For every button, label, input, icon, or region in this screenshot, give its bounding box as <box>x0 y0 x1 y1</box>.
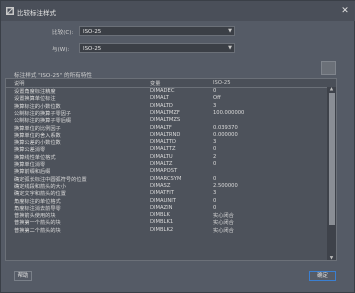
table-row[interactable]: 换算线性单位格式 DIMALTU 2 <box>6 153 328 161</box>
with-dropdown-value: ISO-25 <box>83 45 102 52</box>
with-dropdown[interactable]: ISO-25 ▼ <box>79 43 235 53</box>
table-row[interactable]: 公制标注的换算子零因子 DIMALTMZF 100.000000 <box>6 109 328 117</box>
row-value: 2.500000 <box>213 182 238 189</box>
table-row[interactable]: 确定文字和箭头的位置 DIMATFIT 3 <box>6 190 328 197</box>
row-value: 3 <box>213 139 217 146</box>
row-variable: DIMAPOST <box>150 168 178 175</box>
row-value: 0 <box>213 161 217 167</box>
table-row[interactable]: 设置换算单位标注 DIMALT Off <box>6 95 328 102</box>
table-row[interactable]: 设置角度标注精度 DIMADEC 0 <box>6 88 328 95</box>
row-variable: DIMBLK1 <box>150 219 174 226</box>
row-value: 实心闭合 <box>213 227 234 234</box>
close-button[interactable]: ✕ <box>338 4 352 18</box>
row-value: 0 <box>213 197 217 204</box>
row-variable: DIMALTF <box>150 124 172 131</box>
scroll-down-icon[interactable]: ▼ <box>327 256 336 260</box>
with-label: 与(W): <box>52 47 70 53</box>
row-value: 0.000000 <box>213 131 238 138</box>
table-row[interactable]: 普换第一个箭头的块 DIMBLK1 实心闭合 <box>6 219 328 226</box>
chevron-down-icon: ▼ <box>228 28 232 34</box>
table-row[interactable]: 角度标注消去前导零 DIMAZIN 0 <box>6 204 328 212</box>
row-value: 0 <box>213 204 217 211</box>
row-variable: DIMALTZ <box>150 161 173 167</box>
ok-button[interactable]: 确定 <box>309 271 336 281</box>
row-description: 普换第二个箭头的块 <box>14 227 61 234</box>
table-row[interactable]: 换算公差消零 DIMALTTZ 0 <box>6 146 328 153</box>
row-variable: DIMALT <box>150 95 169 102</box>
table-row[interactable]: 确定弧长标注中圆弧符号的位置 DIMARCSYM 0 <box>6 175 328 183</box>
column-header-value[interactable]: ISO-25 <box>213 80 231 86</box>
table-row[interactable]: 换算公差的小数位数 DIMALTTD 3 <box>6 139 328 146</box>
row-value: 3 <box>213 102 217 109</box>
compare-dimstyles-dialog: 比较标注样式 ✕ 比较(C): ISO-25 ▼ 与(W): ISO-25 ▼ … <box>0 0 355 293</box>
table-row[interactable]: 换算标注的小数位数 DIMALTD 3 <box>6 102 328 110</box>
row-value: 0 <box>213 88 217 94</box>
row-variable: DIMALTTZ <box>150 146 176 153</box>
table-row[interactable]: 公制标注的换算子零后缀 DIMALTMZS <box>6 117 328 124</box>
row-variable: DIMAZIN <box>150 204 173 211</box>
row-variable: DIMALTMZS <box>150 117 181 124</box>
title-bar: 比较标注样式 ✕ <box>1 1 355 21</box>
row-value: 2 <box>213 153 217 160</box>
table-row[interactable]: 确定线段和箭头的大小 DIMASZ 2.500000 <box>6 182 328 190</box>
row-variable: DIMALTRND <box>150 131 181 138</box>
help-button[interactable]: 帮助 <box>14 271 32 281</box>
row-variable: DIMARCSYM <box>150 175 182 182</box>
row-variable: DIMALTMZF <box>150 109 180 116</box>
scroll-up-icon[interactable]: ▲ <box>327 87 336 92</box>
table-row[interactable]: 换算单位的舍入系数 DIMALTRND 0.000000 <box>6 131 328 139</box>
row-variable: DIMALTD <box>150 102 173 109</box>
row-variable: DIMADEC <box>150 88 175 94</box>
table-row[interactable]: 普换箭头使用的块 DIMBLK 实心闭合 <box>6 212 328 219</box>
row-value: 3 <box>213 190 217 197</box>
row-variable: DIMATFIT <box>150 190 174 197</box>
app-icon <box>6 7 14 15</box>
copy-to-clipboard-button[interactable] <box>321 61 336 75</box>
row-variable: DIMALTTD <box>150 139 176 146</box>
table-row[interactable]: 换算单位消零 DIMALTZ 0 <box>6 161 328 168</box>
close-icon: ✕ <box>341 6 349 16</box>
table-row[interactable]: 换算前缀和后缀 DIMAPOST <box>6 168 328 175</box>
vertical-scrollbar[interactable]: ▲ ▼ <box>327 87 336 260</box>
row-value: 0 <box>213 175 217 182</box>
row-value: Off <box>213 95 221 102</box>
row-value: 100.000000 <box>213 109 245 116</box>
dialog-title: 比较标注样式 <box>17 9 56 17</box>
row-variable: DIMALTU <box>150 153 173 160</box>
table-row[interactable]: 角度标注的单位格式 DIMAUNIT 0 <box>6 197 328 205</box>
row-variable: DIMBLK2 <box>150 226 174 233</box>
column-header-description[interactable]: 说明 <box>14 80 24 87</box>
compare-dropdown[interactable]: ISO-25 ▼ <box>79 26 235 36</box>
table-row[interactable]: 换算单位的比例因子 DIMALTF 0.039370 <box>6 124 328 132</box>
row-value: 0 <box>213 146 217 153</box>
chevron-down-icon: ▼ <box>228 45 232 51</box>
row-variable: DIMASZ <box>150 182 171 189</box>
row-variable: DIMAUNIT <box>150 197 176 204</box>
column-header-variable[interactable]: 变量 <box>150 80 160 87</box>
row-value: 0.039370 <box>213 124 238 131</box>
properties-table: 说明 变量 ISO-25 设置角度标注精度 DIMADEC 0 设置换算单位标注 DI… <box>5 78 337 261</box>
compare-dropdown-value: ISO-25 <box>83 28 102 35</box>
compare-label: 比较(C): <box>52 30 74 36</box>
row-variable: DIMBLK <box>150 212 170 219</box>
table-row[interactable]: 普换第二个箭头的块 DIMBLK2 实心闭合 <box>6 226 328 234</box>
scrollbar-thumb[interactable] <box>328 93 335 225</box>
